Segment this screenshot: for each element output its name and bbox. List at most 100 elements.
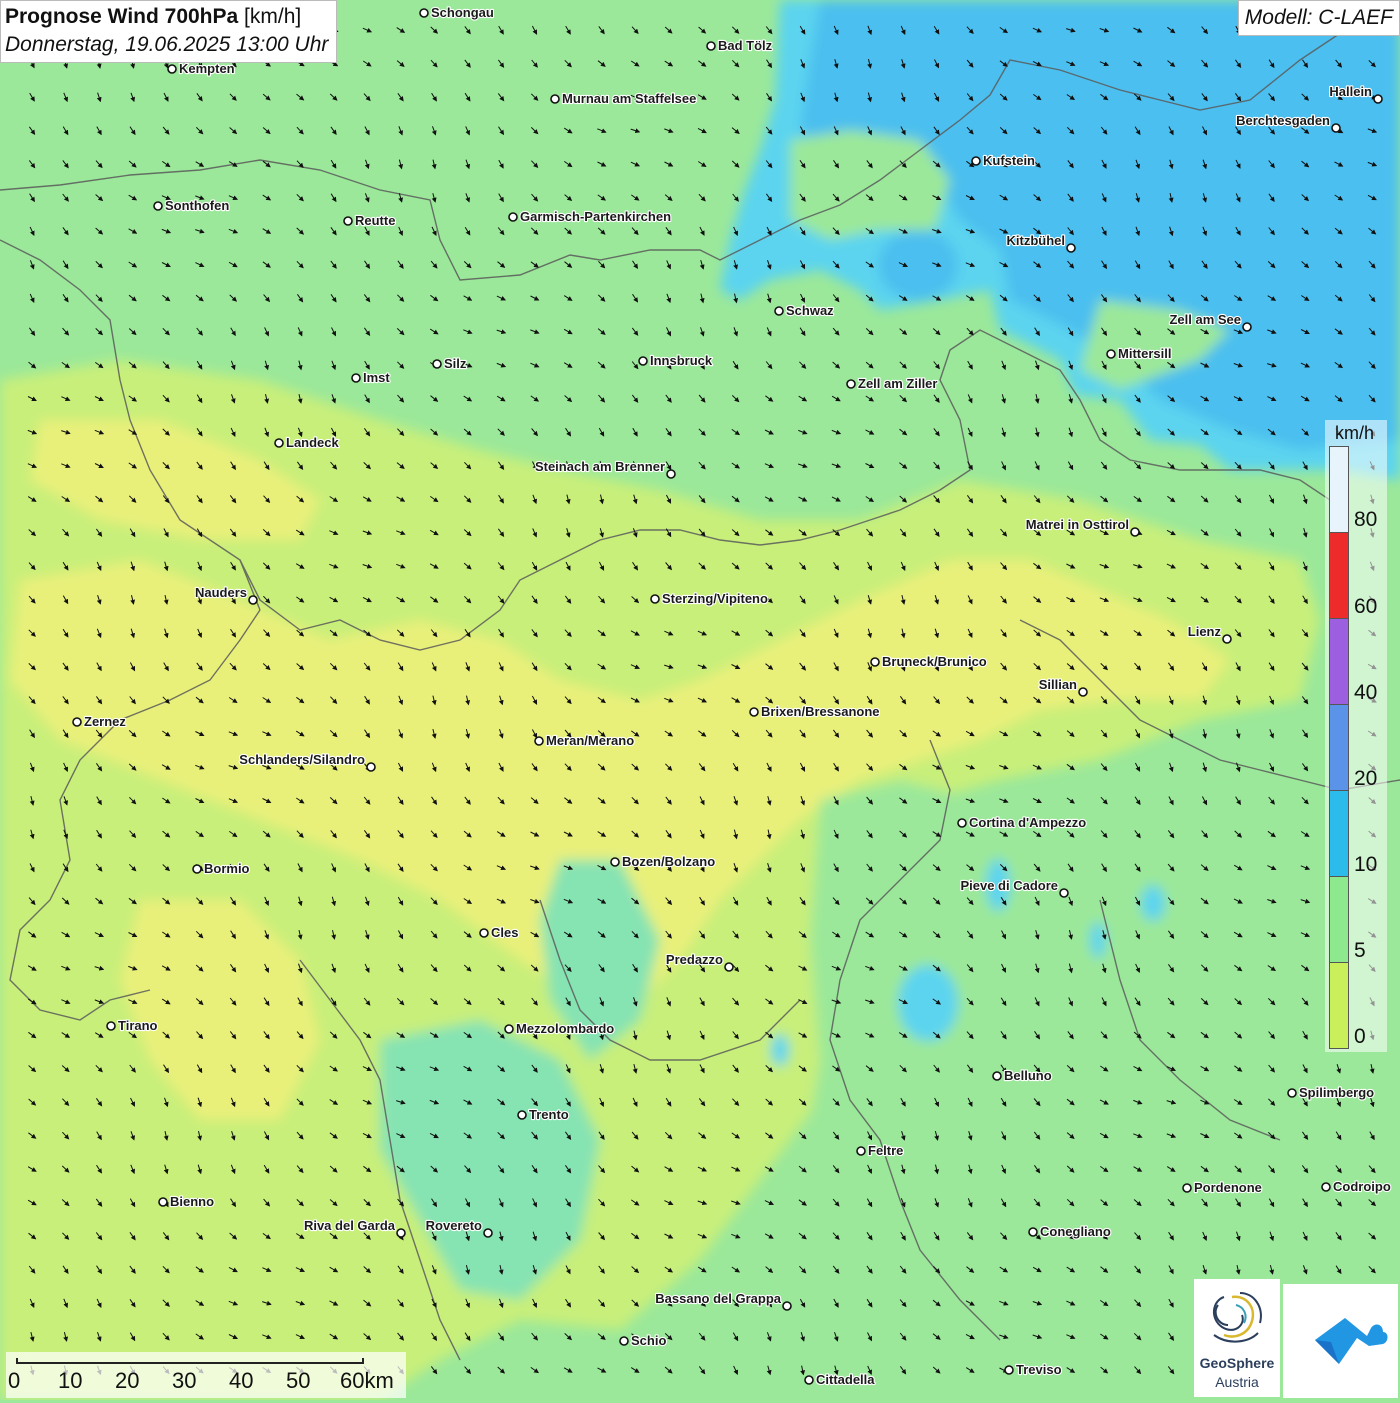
map-title-unit: [km/h] bbox=[244, 5, 302, 28]
city-label: Schongau bbox=[431, 5, 494, 20]
city-marker bbox=[650, 594, 660, 604]
city-marker bbox=[1331, 123, 1341, 133]
city-innsbruck[interactable]: Innsbruck bbox=[638, 352, 714, 369]
city-marker bbox=[1287, 1088, 1297, 1098]
city-bozen-bolzano[interactable]: Bozen/Bolzano bbox=[610, 853, 716, 870]
city-marker bbox=[106, 1021, 116, 1031]
map-title-box: Prognose Wind 700hPa [km/h] Donnerstag, … bbox=[0, 0, 338, 63]
geosphere-logo[interactable]: GeoSphere Austria bbox=[1194, 1279, 1280, 1397]
legend-tick-10: 10 bbox=[1354, 853, 1378, 876]
city-marker bbox=[666, 469, 676, 479]
city-marker bbox=[1130, 527, 1140, 537]
city-label: Schio bbox=[631, 1333, 666, 1348]
city-mezzolombardo[interactable]: Mezzolombardo bbox=[504, 1020, 615, 1037]
city-marker bbox=[619, 1336, 629, 1346]
city-marker bbox=[366, 762, 376, 772]
legend-tick-60: 60 bbox=[1354, 595, 1378, 618]
geosphere-logo-icon bbox=[1213, 1292, 1262, 1343]
city-label: Silz bbox=[444, 356, 467, 371]
scale-bar-line bbox=[16, 1358, 364, 1364]
city-label: Codroipo bbox=[1333, 1179, 1391, 1194]
city-label: Landeck bbox=[286, 435, 340, 450]
city-marker bbox=[782, 1301, 792, 1311]
city-label: Nauders bbox=[195, 585, 247, 600]
city-conegliano[interactable]: Conegliano bbox=[1028, 1223, 1112, 1240]
city-marker bbox=[248, 595, 258, 605]
scale-tick-20: 20 bbox=[115, 1368, 140, 1393]
color-legend: km/h 80 60 40 20 10 5 0 bbox=[1325, 420, 1387, 1052]
city-label: Cittadella bbox=[816, 1372, 875, 1387]
legend-seg-20 bbox=[1330, 791, 1348, 877]
city-marker bbox=[957, 818, 967, 828]
city-label: Kitzbühel bbox=[1007, 233, 1066, 248]
city-label: Mittersill bbox=[1118, 346, 1171, 361]
city-marker bbox=[749, 707, 759, 717]
city-label: Bassano del Grappa bbox=[655, 1291, 781, 1306]
city-pordenone[interactable]: Pordenone bbox=[1182, 1179, 1263, 1196]
city-label: Lienz bbox=[1188, 624, 1222, 639]
scale-tick-0: 0 bbox=[8, 1368, 21, 1393]
city-label: Brixen/Bressanone bbox=[761, 704, 880, 719]
weather-app-logo[interactable] bbox=[1283, 1284, 1398, 1398]
wind-zone-blue-patch-4 bbox=[771, 1034, 789, 1066]
wind-map[interactable]: Schongau Kempten Bad Tölz Murnau am Staffel… bbox=[0, 0, 1400, 1400]
city-label: Sillian bbox=[1039, 677, 1077, 692]
city-marker bbox=[534, 736, 544, 746]
city-garmisch-partenkirchen[interactable]: Garmisch-Partenkirchen bbox=[508, 208, 672, 225]
city-label: Hallein bbox=[1329, 84, 1372, 99]
city-sterzing-vipiteno[interactable]: Sterzing/Vipiteno bbox=[650, 590, 769, 607]
city-label: Zernez bbox=[84, 714, 126, 729]
map-title-main: Prognose Wind 700hPa bbox=[5, 5, 239, 28]
city-label: Trento bbox=[529, 1107, 569, 1122]
city-zell-am-ziller[interactable]: Zell am Ziller bbox=[846, 375, 939, 392]
city-marker bbox=[192, 864, 202, 874]
city-label: Cles bbox=[491, 925, 518, 940]
city-marker bbox=[1066, 243, 1076, 253]
wind-zone-blue-lake bbox=[878, 230, 958, 300]
city-marker bbox=[638, 356, 648, 366]
city-label: Bozen/Bolzano bbox=[622, 854, 715, 869]
scale-tick-10: 10 bbox=[58, 1368, 83, 1393]
city-marker bbox=[724, 962, 734, 972]
city-cittadella[interactable]: Cittadella bbox=[804, 1371, 876, 1388]
city-label: Mezzolombardo bbox=[516, 1021, 614, 1036]
city-marker bbox=[992, 1071, 1002, 1081]
city-label: Murnau am Staffelsee bbox=[562, 91, 696, 106]
city-label: Spilimbergo bbox=[1299, 1085, 1374, 1100]
legend-tick-80: 80 bbox=[1354, 508, 1378, 531]
city-label: Sterzing/Vipiteno bbox=[662, 591, 768, 606]
city-label: Feltre bbox=[868, 1143, 903, 1158]
city-label: Kempten bbox=[179, 61, 235, 76]
city-schongau[interactable]: Schongau bbox=[419, 4, 495, 21]
city-bruneck-brunico[interactable]: Bruneck/Brunico bbox=[870, 653, 988, 670]
city-marker bbox=[706, 41, 716, 51]
city-spilimbergo[interactable]: Spilimbergo bbox=[1287, 1084, 1375, 1101]
city-marker bbox=[351, 373, 361, 383]
city-codroipo[interactable]: Codroipo bbox=[1321, 1178, 1392, 1195]
city-marker bbox=[610, 857, 620, 867]
city-cortina-d-ampezzo[interactable]: Cortina d'Ampezzo bbox=[957, 814, 1087, 831]
city-meran-merano[interactable]: Meran/Merano bbox=[534, 732, 635, 749]
model-label: Modell: C-LAEF bbox=[1237, 0, 1400, 36]
city-marker bbox=[1004, 1365, 1014, 1375]
legend-seg-40 bbox=[1330, 705, 1348, 791]
city-marker bbox=[846, 379, 856, 389]
city-murnau-am-staffelsee[interactable]: Murnau am Staffelsee bbox=[550, 90, 697, 107]
legend-color-bar bbox=[1329, 446, 1349, 1049]
city-sonthofen[interactable]: Sonthofen bbox=[153, 197, 230, 214]
city-brixen-bressanone[interactable]: Brixen/Bressanone bbox=[749, 703, 881, 720]
legend-unit: km/h bbox=[1335, 423, 1375, 443]
city-label: Tirano bbox=[118, 1018, 158, 1033]
city-label: Bormio bbox=[204, 861, 250, 876]
city-marker bbox=[550, 94, 560, 104]
legend-seg-5 bbox=[1330, 963, 1348, 1048]
city-label: Berchtesgaden bbox=[1236, 113, 1330, 128]
city-label: Conegliano bbox=[1040, 1224, 1111, 1239]
city-label: Meran/Merano bbox=[546, 733, 634, 748]
scale-tick-40: 40 bbox=[229, 1368, 254, 1393]
city-label: Innsbruck bbox=[650, 353, 713, 368]
city-label: Bruneck/Brunico bbox=[882, 654, 987, 669]
city-label: Belluno bbox=[1004, 1068, 1052, 1083]
city-marker bbox=[774, 306, 784, 316]
city-marker bbox=[153, 201, 163, 211]
